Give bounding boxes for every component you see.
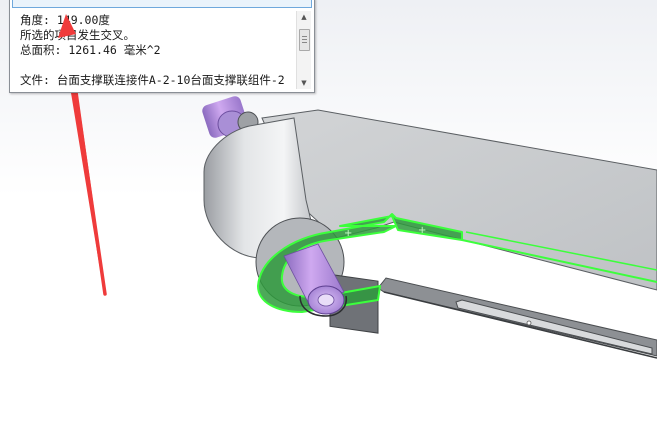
plate-slot	[455, 299, 653, 355]
measure-panel-header	[12, 0, 312, 8]
plate-bottom-edge	[383, 291, 657, 359]
measure-scrollbar[interactable]: ▲ ▼	[296, 11, 311, 89]
measure-results-text[interactable]: 角度: 149.00度 所选的项目发生交叉。 总面积: 1261.46 毫米^2…	[20, 13, 295, 91]
measure-results-panel: 角度: 149.00度 所选的项目发生交叉。 总面积: 1261.46 毫米^2…	[9, 0, 315, 93]
scroll-up-icon[interactable]: ▲	[297, 11, 311, 23]
plate-hole	[526, 320, 532, 326]
front-pin-hole	[317, 293, 335, 307]
selection-plus-1: +	[344, 228, 352, 239]
file-line: 文件: 台面支撑联连接件A-2-10台面支撑联组件-2	[20, 73, 285, 87]
scrollbar-thumb[interactable]	[299, 29, 310, 51]
scroll-down-icon[interactable]: ▼	[297, 77, 311, 89]
angle-result: 角度: 149.00度	[20, 13, 110, 27]
intersect-note: 所选的项目发生交叉。	[20, 28, 135, 42]
selection-plus-2: +	[418, 225, 426, 236]
area-result: 总面积: 1261.46 毫米^2	[20, 43, 161, 57]
